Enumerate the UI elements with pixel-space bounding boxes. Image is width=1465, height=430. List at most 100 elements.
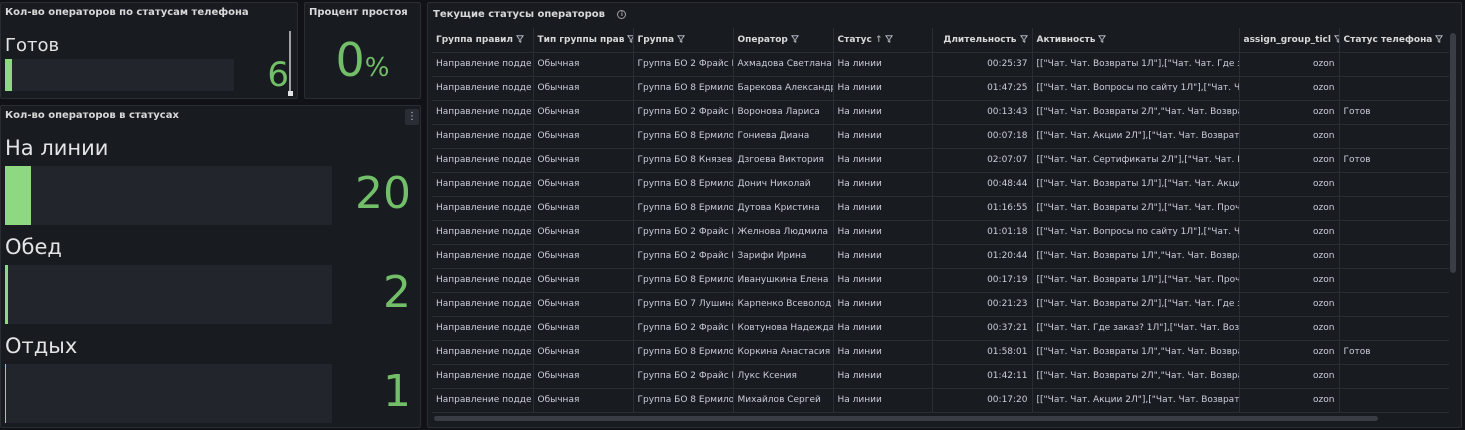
table-cell: На линии	[833, 196, 933, 221]
status-value-online: 20	[355, 168, 411, 219]
table-cell: Обычная	[533, 172, 634, 197]
vertical-scrollbar[interactable]	[1450, 33, 1456, 273]
table-cell: ozon	[1239, 316, 1340, 341]
table-body: Направление подде Обычная Группа БО 2 Фрай…	[432, 52, 1449, 413]
table-viewport[interactable]: Группа правил Тип группы прав Группа Операт…	[432, 28, 1449, 414]
table-row[interactable]: Направление подде Обычная Группа БО 8 Ерми…	[432, 172, 1449, 197]
table-cell: ozon	[1239, 52, 1340, 77]
table-cell: Иванушкина Елена	[733, 268, 834, 293]
status-label-lunch: Обед	[5, 235, 62, 259]
table-cell	[1339, 196, 1449, 221]
table-cell: Направление подде	[432, 316, 534, 341]
table-cell: На линии	[833, 124, 933, 149]
table-cell: Донич Николай	[733, 172, 834, 197]
table-row[interactable]: Направление подде Обычная Группа БО 8 Ерми…	[432, 196, 1449, 221]
filter-icon[interactable]	[516, 35, 525, 44]
status-bar-fill-lunch	[5, 265, 8, 324]
table-cell: 00:48:44	[932, 172, 1033, 197]
column-header-label: Активность	[1036, 34, 1096, 45]
column-header[interactable]: Статус ↑	[833, 28, 933, 53]
table-cell: Готов	[1339, 148, 1449, 173]
table-cell: Группа БО 8 Ермило	[633, 124, 734, 149]
table-cell: Обычная	[533, 196, 634, 221]
filter-icon[interactable]	[677, 35, 686, 44]
column-header-label: Тип группы прав	[537, 34, 625, 45]
table-cell: Группа БО 7 Лушина	[633, 292, 734, 317]
table-cell: Дутова Кристина	[733, 196, 834, 221]
filter-icon[interactable]	[1019, 35, 1028, 44]
table-cell: 00:17:20	[932, 388, 1033, 413]
column-header-label: Группа	[637, 34, 675, 45]
sort-ascending-icon[interactable]: ↑	[875, 35, 883, 45]
column-header-label: Оператор	[737, 34, 788, 45]
column-header[interactable]: Оператор	[733, 28, 834, 53]
table-cell: Обычная	[533, 244, 634, 269]
table-cell: На линии	[833, 172, 933, 197]
column-header[interactable]: Тип группы прав	[533, 28, 634, 53]
table-row[interactable]: Направление подде Обычная Группа БО 8 Княз…	[432, 148, 1449, 173]
table-row[interactable]: Направление подде Обычная Группа БО 2 Фрай…	[432, 52, 1449, 77]
filter-icon[interactable]	[627, 35, 633, 43]
table-cell	[1339, 292, 1449, 317]
status-bar-rest	[5, 364, 332, 423]
table-cell: Направление подде	[432, 388, 534, 413]
table-cell: Коркина Анастасия	[733, 340, 834, 365]
status-bar-fill-rest	[5, 364, 7, 423]
idle-percent-value: 0%	[305, 33, 420, 87]
table-row[interactable]: Направление подде Обычная Группа БО 8 Ерми…	[432, 76, 1449, 101]
table-cell: Направление подде	[432, 148, 534, 173]
filter-icon[interactable]	[790, 35, 799, 44]
table-cell: [["Чат. Чат. Акции 2Л"],["Чат. Чат. Возв…	[1032, 388, 1240, 413]
table-row[interactable]: Направление подде Обычная Группа БО 8 Ерми…	[432, 268, 1449, 293]
table-cell: Обычная	[533, 220, 634, 245]
table-row[interactable]: Направление подде Обычная Группа БО 2 Фрай…	[432, 220, 1449, 245]
status-label-online: На линии	[5, 136, 109, 160]
table-cell: [["Чат. Чат. Возвраты 2Л","Чат. Чат. Воз…	[1032, 100, 1240, 125]
column-header[interactable]: Активность	[1032, 28, 1240, 53]
info-circle-icon[interactable]: i	[617, 9, 627, 19]
panel-title: Процент простоя	[309, 7, 408, 18]
table-cell: Группа БО 8 Ермило	[633, 172, 734, 197]
table-cell: Ковтунова Надежда	[733, 316, 834, 341]
table-row[interactable]: Направление подде Обычная Группа БО 7 Луши…	[432, 292, 1449, 317]
table-cell: Направление подде	[432, 364, 534, 389]
filter-icon[interactable]	[1333, 35, 1339, 43]
table-row[interactable]: Направление подде Обычная Группа БО 8 Ерми…	[432, 124, 1449, 149]
table-cell: ozon	[1239, 244, 1340, 269]
column-header[interactable]: Группа правил	[432, 28, 534, 53]
filter-icon[interactable]	[1098, 35, 1107, 44]
column-header[interactable]: assign_group_ticl	[1239, 28, 1340, 53]
table-cell: На линии	[833, 316, 933, 341]
panel-phone-status: Кол-во операторов по статусам телефона Г…	[0, 2, 298, 99]
table-cell: Желнова Людмила	[733, 220, 834, 245]
table-cell: Направление подде	[432, 196, 534, 221]
table-row[interactable]: Направление подде Обычная Группа БО 2 Фрай…	[432, 100, 1449, 125]
panel-menu-button[interactable]: ⋮	[405, 109, 419, 125]
table-cell: [["Чат. Чат. Возвраты 1Л","Чат. Чат. Воз…	[1032, 244, 1240, 269]
table-row[interactable]: Направление подде Обычная Группа БО 8 Ерми…	[432, 388, 1449, 413]
table-cell: Обычная	[533, 292, 634, 317]
column-header-label: assign_group_ticl	[1243, 34, 1331, 45]
table-cell: ozon	[1239, 388, 1340, 413]
table-cell: Группа БО 2 Фрайс Н	[633, 316, 734, 341]
vertical-scroll-track[interactable]	[289, 31, 291, 93]
table-row[interactable]: Направление подде Обычная Группа БО 2 Фрай…	[432, 244, 1449, 269]
panel-title-text: Текущие статусы операторов	[433, 9, 605, 20]
table-cell: Обычная	[533, 316, 634, 341]
column-header[interactable]: Длительность	[932, 28, 1033, 53]
column-header[interactable]: Статус телефона	[1339, 28, 1449, 53]
filter-icon[interactable]	[885, 35, 894, 44]
table-row[interactable]: Направление подде Обычная Группа БО 2 Фрай…	[432, 364, 1449, 389]
table-cell: 02:07:07	[932, 148, 1033, 173]
table-cell: 00:13:43	[932, 100, 1033, 125]
table-row[interactable]: Направление подде Обычная Группа БО 8 Ерми…	[432, 340, 1449, 365]
horizontal-scrollbar[interactable]	[434, 416, 1378, 421]
filter-icon[interactable]	[1435, 35, 1444, 44]
column-header[interactable]: Группа	[633, 28, 734, 53]
resize-handle[interactable]	[288, 91, 293, 96]
status-bar-fill	[5, 59, 12, 91]
table-cell: ozon	[1239, 364, 1340, 389]
table-row[interactable]: Направление подде Обычная Группа БО 2 Фрай…	[432, 316, 1449, 341]
panel-operator-statuses: Кол-во операторов в статусах ⋮ На линии …	[0, 105, 421, 428]
table-cell: Михайлов Сергей	[733, 388, 834, 413]
